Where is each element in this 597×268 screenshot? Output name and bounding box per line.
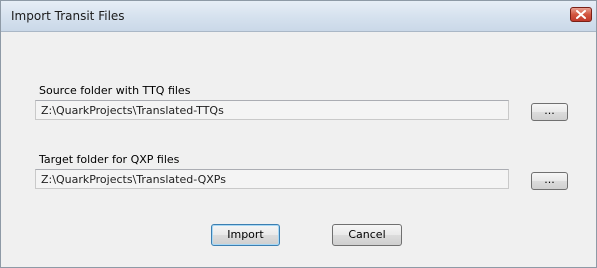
title-bar[interactable]: Import Transit Files — [1, 1, 596, 32]
import-dialog: Import Transit Files Source folder with … — [0, 0, 597, 268]
dialog-body: Source folder with TTQ files Z:\QuarkPro… — [1, 32, 596, 267]
source-folder-label: Source folder with TTQ files — [39, 84, 191, 97]
target-browse-button[interactable]: ... — [531, 172, 568, 190]
cancel-button[interactable]: Cancel — [332, 224, 402, 246]
close-button[interactable] — [570, 7, 592, 22]
import-button[interactable]: Import — [211, 224, 280, 246]
source-browse-button[interactable]: ... — [531, 103, 568, 121]
source-folder-field[interactable]: Z:\QuarkProjects\Translated-TTQs — [35, 100, 509, 120]
close-icon — [576, 10, 586, 19]
dialog-title: Import Transit Files — [11, 9, 125, 23]
target-folder-field[interactable]: Z:\QuarkProjects\Translated-QXPs — [35, 169, 509, 189]
target-folder-label: Target folder for QXP files — [39, 153, 180, 166]
